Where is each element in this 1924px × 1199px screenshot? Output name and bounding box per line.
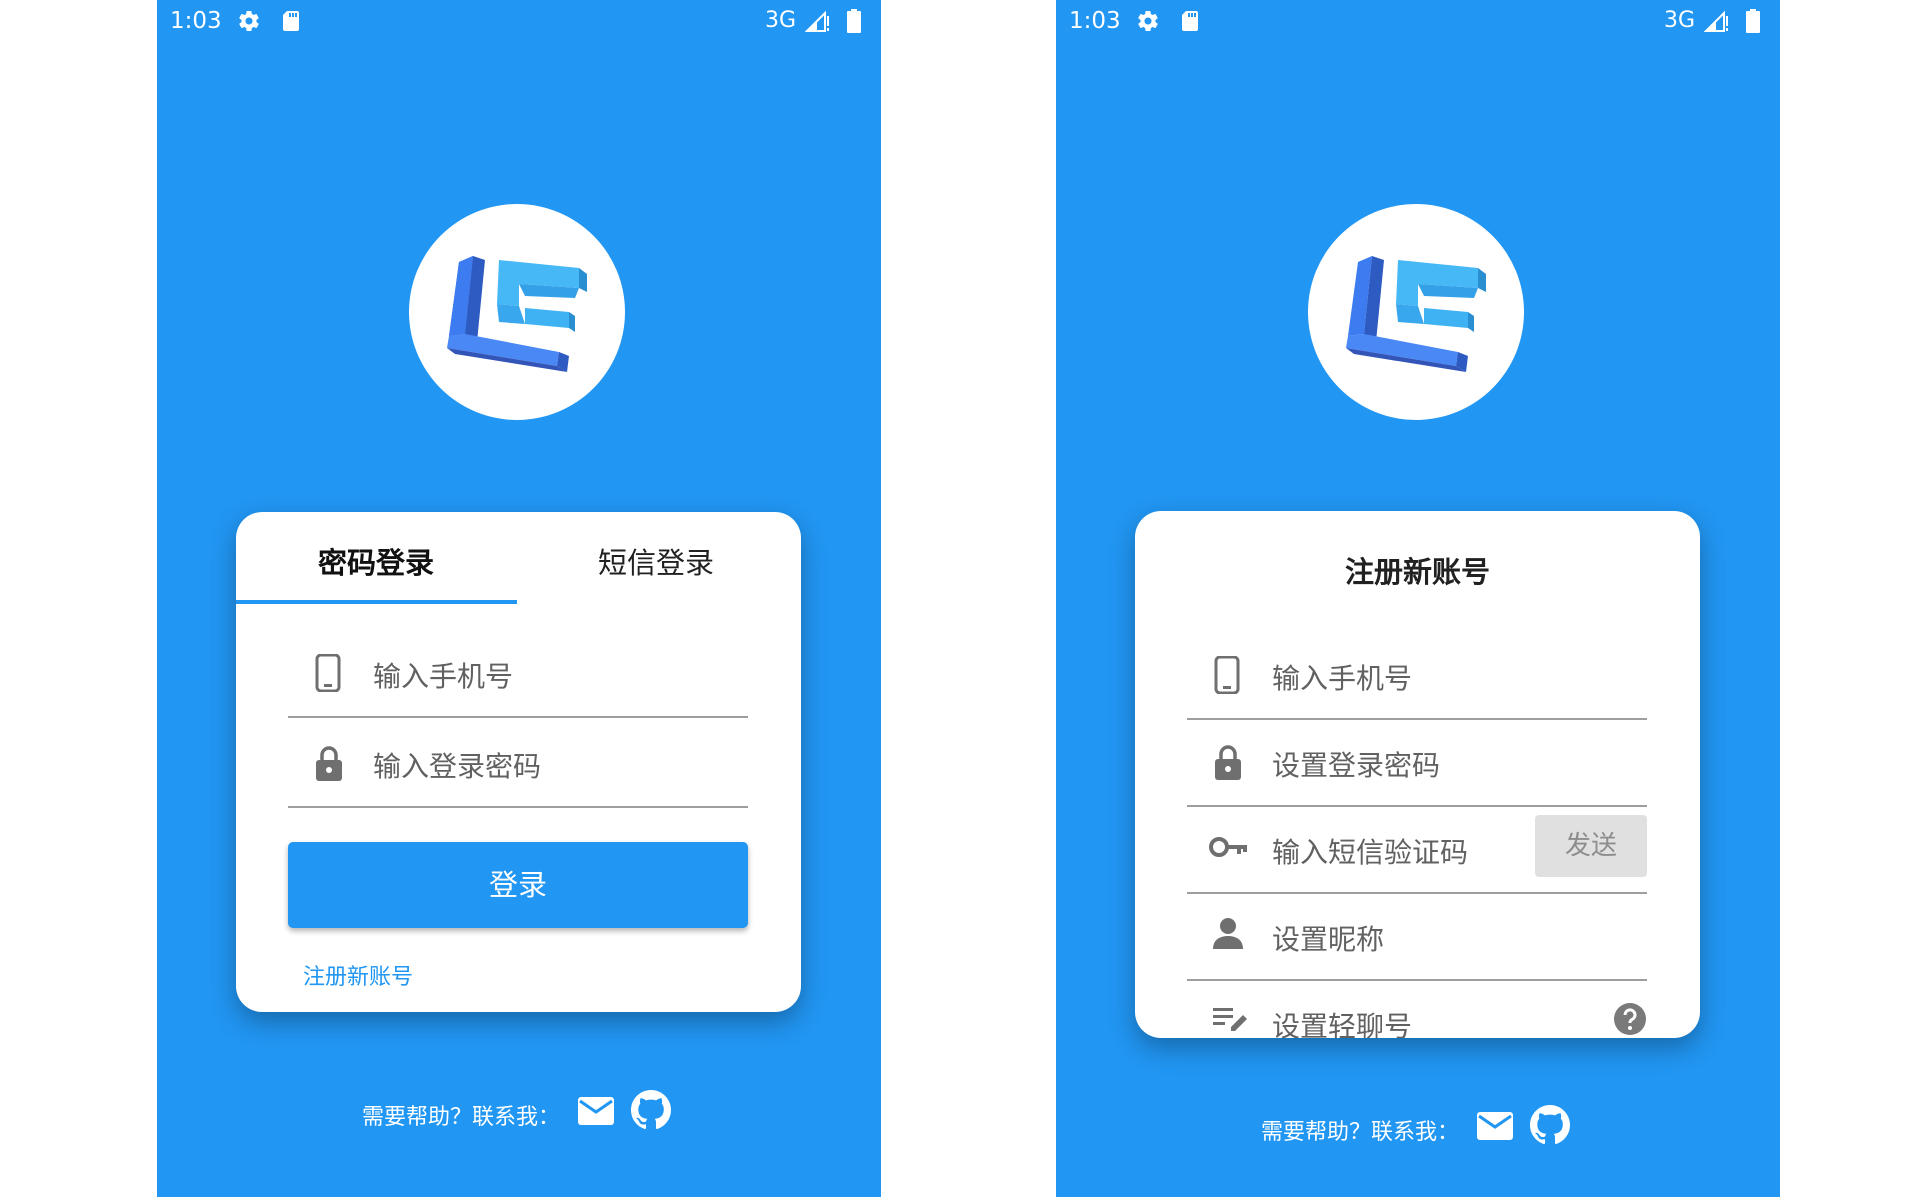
- sd-card-icon: [281, 9, 301, 37]
- nickname-placeholder: 设置昵称: [1272, 923, 1385, 956]
- network-type: 3G: [764, 8, 796, 33]
- register-link[interactable]: 注册新账号: [303, 959, 413, 991]
- key-icon: [1209, 836, 1249, 862]
- login-screen: 1:03 3G 密码登录 短信登录 输入手机号 输入登录密码 登录 注册新账号 …: [157, 0, 881, 1197]
- battery-icon: [1746, 9, 1760, 37]
- help-text: 需要帮助？联系我：: [1261, 1120, 1460, 1145]
- battery-icon: [847, 9, 861, 37]
- register-screen: 1:03 3G 注册新账号 输入手机号 设置登录密码 输入短信验证码 发送 设置…: [1056, 0, 1780, 1197]
- login-card: 密码登录 短信登录 输入手机号 输入登录密码 登录 注册新账号: [236, 512, 801, 1012]
- help-footer: 需要帮助？联系我：: [157, 1090, 881, 1136]
- password-field[interactable]: 输入登录密码: [288, 720, 748, 808]
- help-icon[interactable]: [1613, 1002, 1647, 1038]
- phone-icon: [1213, 655, 1241, 698]
- lock-icon: [314, 744, 344, 786]
- password-placeholder: 输入登录密码: [373, 750, 542, 783]
- app-logo: [409, 204, 625, 420]
- lock-icon: [1213, 743, 1243, 785]
- help-text: 需要帮助？联系我：: [362, 1105, 561, 1130]
- sms-code-placeholder: 输入短信验证码: [1272, 836, 1469, 869]
- phone-icon: [314, 653, 342, 696]
- phone-field[interactable]: 输入手机号: [1187, 632, 1647, 720]
- phone-placeholder: 输入手机号: [373, 660, 514, 693]
- status-bar: 1:03 3G: [157, 0, 881, 46]
- sms-code-field[interactable]: 输入短信验证码 发送: [1187, 806, 1647, 894]
- tab-indicator: [236, 600, 517, 604]
- signal-icon: [1703, 10, 1730, 36]
- network-type: 3G: [1663, 8, 1695, 33]
- register-title: 注册新账号: [1344, 555, 1490, 589]
- github-icon[interactable]: [631, 1090, 671, 1134]
- login-button[interactable]: 登录: [288, 842, 748, 928]
- edit-note-icon: [1213, 1004, 1247, 1038]
- password-field[interactable]: 设置登录密码: [1187, 719, 1647, 807]
- phone-placeholder: 输入手机号: [1272, 662, 1413, 695]
- phone-field[interactable]: 输入手机号: [288, 630, 748, 718]
- gear-icon: [237, 9, 261, 37]
- help-footer: 需要帮助？联系我：: [1056, 1105, 1780, 1151]
- tab-sms-login[interactable]: 短信登录: [598, 540, 714, 582]
- chat-id-placeholder: 设置轻聊号: [1272, 1010, 1413, 1038]
- send-code-button[interactable]: 发送: [1535, 815, 1647, 877]
- tab-password-login[interactable]: 密码登录: [318, 540, 434, 582]
- nickname-field[interactable]: 设置昵称: [1187, 893, 1647, 981]
- status-time: 1:03: [170, 8, 222, 34]
- mail-icon[interactable]: [1476, 1111, 1514, 1145]
- sd-card-icon: [1180, 9, 1200, 37]
- status-bar: 1:03 3G: [1056, 0, 1780, 46]
- register-card: 注册新账号 输入手机号 设置登录密码 输入短信验证码 发送 设置昵称 设置轻聊号: [1135, 511, 1700, 1038]
- chat-id-field[interactable]: 设置轻聊号: [1187, 980, 1647, 1038]
- github-icon[interactable]: [1530, 1105, 1570, 1149]
- mail-icon[interactable]: [577, 1096, 615, 1130]
- gear-icon: [1136, 9, 1160, 37]
- person-icon: [1213, 917, 1243, 953]
- password-placeholder: 设置登录密码: [1272, 749, 1441, 782]
- app-logo: [1308, 204, 1524, 420]
- signal-icon: [804, 10, 831, 36]
- status-time: 1:03: [1069, 8, 1121, 34]
